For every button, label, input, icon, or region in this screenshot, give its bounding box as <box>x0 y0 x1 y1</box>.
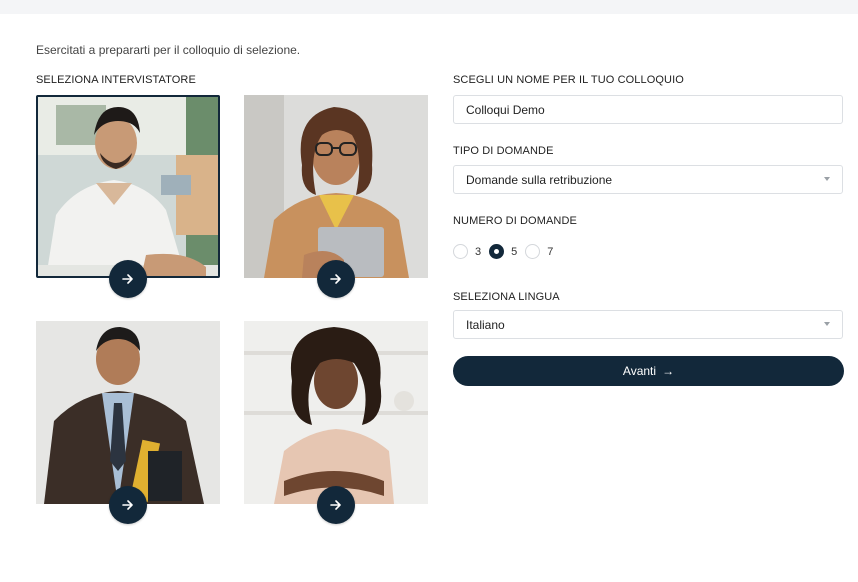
arrow-right-icon <box>330 500 341 510</box>
interviewer-card-4[interactable] <box>244 321 428 524</box>
select-interviewer-3-button[interactable] <box>109 486 147 524</box>
question-count-radio-5[interactable] <box>489 244 505 259</box>
arrow-right-icon <box>330 274 341 284</box>
question-type-select[interactable]: Domande sulla retribuzione <box>453 165 843 194</box>
arrow-right-icon <box>122 500 133 510</box>
interviewer-section-label: SELEZIONA INTERVISTATORE <box>36 74 196 86</box>
select-interviewer-2-button[interactable] <box>317 260 355 298</box>
question-type-label: TIPO DI DOMANDE <box>453 145 554 157</box>
chevron-down-icon <box>824 322 830 326</box>
language-label: SELEZIONA LINGUA <box>453 291 560 303</box>
question-count-label: NUMERO DI DOMANDE <box>453 215 577 227</box>
interview-name-field[interactable] <box>453 95 843 124</box>
interviewer-photo-2 <box>244 95 428 278</box>
select-interviewer-4-button[interactable] <box>317 486 355 524</box>
question-count-option-3: 3 <box>475 245 482 258</box>
chevron-down-icon <box>824 177 830 181</box>
next-button-label: Avanti <box>622 364 657 378</box>
interview-name-label: SCEGLI UN NOME PER IL TUO COLLOQUIO <box>453 74 684 86</box>
top-band <box>0 0 858 14</box>
select-interviewer-1-button[interactable] <box>109 260 147 298</box>
question-count-option-5: 5 <box>511 245 518 258</box>
interview-name-input[interactable] <box>466 102 842 117</box>
interviewer-card-3[interactable] <box>36 321 220 524</box>
interviewer-card-2[interactable] <box>244 95 428 298</box>
language-value: Italiano <box>466 317 505 332</box>
next-button[interactable]: Avanti → <box>453 356 844 386</box>
question-count-option-7: 7 <box>547 245 554 258</box>
language-select[interactable]: Italiano <box>453 310 843 339</box>
arrow-right-icon: → <box>662 364 675 378</box>
question-type-value: Domande sulla retribuzione <box>466 172 613 187</box>
interviewer-card-1[interactable] <box>36 95 220 298</box>
interviewer-photo-1 <box>36 95 220 278</box>
question-count-radio-3[interactable] <box>453 244 468 259</box>
question-count-radio-7[interactable] <box>525 244 541 259</box>
interviewer-photo-3 <box>36 321 220 504</box>
intro-text: Esercitati a prepararti per il colloquio… <box>36 43 301 57</box>
arrow-right-icon <box>122 274 133 284</box>
question-count-radio-group: 3 5 7 <box>453 244 561 259</box>
interviewer-photo-4 <box>244 321 428 504</box>
